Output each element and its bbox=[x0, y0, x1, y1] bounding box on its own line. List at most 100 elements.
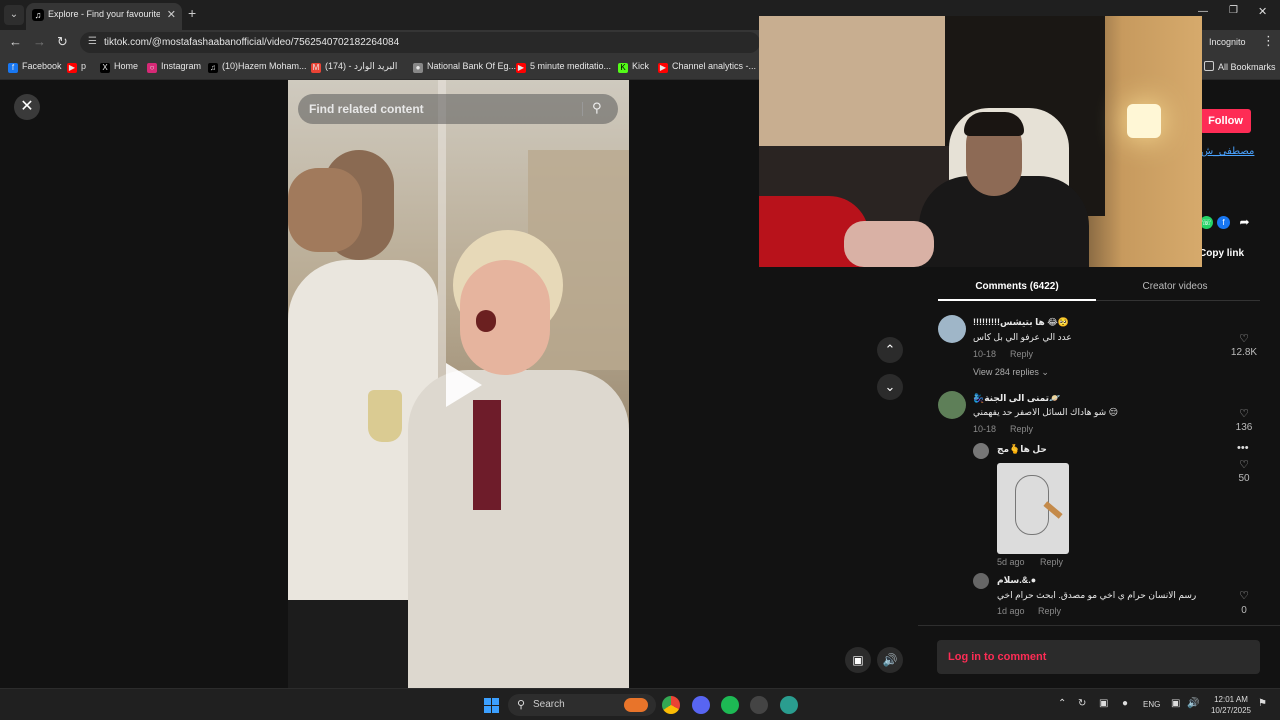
bookmark-meditation[interactable]: ▶ 5 minute meditatio... bbox=[516, 61, 611, 73]
video-person-man bbox=[288, 600, 428, 688]
view-replies-button[interactable]: View 284 replies ⌄ bbox=[973, 367, 1049, 378]
related-search-placeholder: Find related content bbox=[309, 102, 424, 116]
notification-bell-icon[interactable]: ⚑ bbox=[1258, 698, 1267, 709]
windows-taskbar: ⚲ Search ⌃ ↻ ▣ ● ENG ▣ 🔊 12:01 AM 10/27/… bbox=[0, 688, 1280, 720]
discord-icon[interactable] bbox=[692, 696, 710, 714]
close-video-button[interactable]: ✕ bbox=[14, 94, 40, 120]
bookmark-kick[interactable]: K Kick bbox=[618, 61, 649, 73]
search-icon[interactable]: ⚲ bbox=[592, 100, 602, 116]
bookmark-instagram[interactable]: ○ Instagram bbox=[147, 61, 201, 73]
search-divider bbox=[582, 102, 583, 116]
taskbar-search-label: Search bbox=[533, 699, 565, 710]
volume-icon[interactable]: 🔊 bbox=[877, 647, 903, 673]
panel-tabs: Comments (6422) Creator videos bbox=[938, 273, 1260, 301]
tiktok-icon: ♫ bbox=[208, 63, 218, 73]
spotify-icon[interactable] bbox=[721, 696, 739, 714]
x-icon: X bbox=[100, 63, 110, 73]
forward-arrow-icon[interactable]: → bbox=[33, 34, 46, 49]
tab-tiktok[interactable]: ♫ Explore - Find your favourite videos ✕ bbox=[26, 3, 182, 30]
network-icon[interactable]: ▣ bbox=[1171, 698, 1180, 709]
webcam-person-legs bbox=[844, 221, 934, 267]
back-arrow-icon[interactable]: ← bbox=[9, 34, 22, 49]
heart-icon[interactable]: ♡ bbox=[1229, 332, 1259, 345]
volume-icon[interactable]: 🔊 bbox=[1187, 698, 1199, 709]
menu-kebab-icon[interactable]: ⋮ bbox=[1262, 33, 1275, 49]
facebook-icon[interactable]: f bbox=[1217, 216, 1230, 229]
heart-icon[interactable]: ♡ bbox=[1229, 458, 1259, 471]
author-link[interactable]: مصطفى_ش bbox=[1201, 146, 1254, 157]
bookmark-gmail[interactable]: M (174) - البريد الوارد bbox=[311, 61, 397, 73]
window-close-icon[interactable]: ✕ bbox=[1258, 5, 1267, 18]
avatar[interactable] bbox=[938, 391, 966, 419]
bookmark-tiktok[interactable]: ♫ (10)Hazem Moham... bbox=[208, 61, 307, 73]
language-indicator[interactable]: ENG bbox=[1143, 700, 1160, 709]
reload-icon[interactable]: ↻ bbox=[57, 34, 68, 50]
share-arrow-icon[interactable]: ➦ bbox=[1238, 216, 1251, 229]
login-to-comment-label: Log in to comment bbox=[948, 651, 1047, 663]
new-tab-button[interactable]: + bbox=[188, 5, 196, 21]
bookmark-national-bank[interactable]: ● National Bank Of Eg... bbox=[413, 61, 516, 73]
reply-author[interactable]: حل ها🫰مج bbox=[997, 444, 1047, 455]
login-to-comment-button[interactable]: Log in to comment bbox=[937, 640, 1260, 674]
bookmark-home[interactable]: X Home bbox=[100, 61, 138, 73]
reply-button[interactable]: Reply bbox=[1038, 606, 1061, 616]
close-icon[interactable]: ✕ bbox=[167, 8, 176, 21]
video-person-man bbox=[288, 168, 362, 252]
like-count: 0 bbox=[1241, 605, 1247, 616]
active-tab-indicator bbox=[938, 299, 1096, 301]
restore-icon[interactable]: ❐ bbox=[1229, 5, 1238, 16]
reply-author[interactable]: سلام.&.● bbox=[997, 575, 1036, 586]
panel-divider bbox=[918, 625, 1280, 626]
share-row: ☏ f ➦ bbox=[1200, 216, 1260, 230]
previous-video-button[interactable]: ⌃ bbox=[877, 337, 903, 363]
heart-icon[interactable]: ♡ bbox=[1229, 407, 1259, 420]
like-count: 12.8K bbox=[1230, 347, 1258, 358]
related-search-input[interactable]: Find related content ⚲ bbox=[298, 94, 618, 124]
video-person-woman bbox=[408, 370, 629, 688]
reply-button[interactable]: Reply bbox=[1010, 424, 1033, 434]
comment-author[interactable]: 🧞‍♀️تمنى الى الجنة🪐 bbox=[973, 393, 1060, 404]
avatar[interactable] bbox=[973, 443, 989, 459]
reply-image-sketch[interactable] bbox=[997, 463, 1069, 554]
sync-icon[interactable]: ↻ bbox=[1078, 698, 1086, 709]
follow-button[interactable]: Follow bbox=[1200, 109, 1251, 133]
avatar[interactable] bbox=[973, 573, 989, 589]
reply-text: رسم الانسان حرام ي اخي مو مصدق. ابحث حرا… bbox=[997, 590, 1197, 600]
obs-icon[interactable] bbox=[750, 696, 768, 714]
system-clock[interactable]: 12:01 AM 10/27/2025 bbox=[1206, 694, 1256, 716]
address-bar[interactable]: ☰ tiktok.com/@mostafashaabanofficial/vid… bbox=[80, 32, 760, 53]
globe-icon: ● bbox=[413, 63, 423, 73]
url-text: tiktok.com/@mostafashaabanofficial/video… bbox=[104, 37, 400, 48]
bookmark-facebook[interactable]: f Facebook bbox=[8, 61, 62, 73]
reply-button[interactable]: Reply bbox=[1010, 349, 1033, 359]
picture-in-picture-icon[interactable]: ▣ bbox=[845, 647, 871, 673]
bookmark-channel-analytics[interactable]: ▶ Channel analytics -... bbox=[658, 61, 756, 73]
tab-comments[interactable]: Comments (6422) bbox=[938, 281, 1096, 292]
microphone-icon[interactable]: ● bbox=[1122, 698, 1128, 709]
next-video-button[interactable]: ⌄ bbox=[877, 374, 903, 400]
more-options-icon[interactable]: ••• bbox=[1237, 442, 1249, 454]
chrome-icon[interactable] bbox=[662, 696, 680, 714]
copy-link-button[interactable]: Copy link bbox=[1199, 248, 1244, 259]
bookmark-p[interactable]: ▶ p bbox=[67, 61, 86, 73]
video-person-woman bbox=[460, 260, 550, 375]
game-controller-icon[interactable]: ▣ bbox=[1099, 698, 1108, 709]
windows-start-icon[interactable] bbox=[484, 698, 500, 714]
comment-text: عدد الي عرفو الي بل كاس bbox=[973, 332, 1072, 342]
minimize-icon[interactable]: — bbox=[1198, 6, 1208, 17]
all-bookmarks[interactable]: All Bookmarks bbox=[1204, 61, 1276, 72]
chevron-up-icon[interactable]: ⌃ bbox=[1058, 698, 1066, 709]
site-info-icon[interactable]: ☰ bbox=[88, 36, 97, 47]
comment-author[interactable]: !!!!!!!!!ها بتيشس 😂🥺 bbox=[973, 317, 1069, 328]
taskbar-search[interactable]: ⚲ Search bbox=[508, 694, 656, 716]
tab-creator-videos[interactable]: Creator videos bbox=[1096, 281, 1254, 292]
webcam-overlay bbox=[759, 16, 1202, 267]
globe-app-icon[interactable] bbox=[780, 696, 798, 714]
reply-button[interactable]: Reply bbox=[1040, 557, 1063, 567]
avatar[interactable] bbox=[938, 315, 966, 343]
video-person-woman bbox=[476, 310, 496, 332]
play-icon[interactable] bbox=[446, 363, 482, 407]
heart-icon[interactable]: ♡ bbox=[1229, 589, 1259, 602]
tab-search-button[interactable]: ⌄ bbox=[4, 5, 24, 25]
incognito-label[interactable]: Incognito bbox=[1209, 37, 1246, 47]
